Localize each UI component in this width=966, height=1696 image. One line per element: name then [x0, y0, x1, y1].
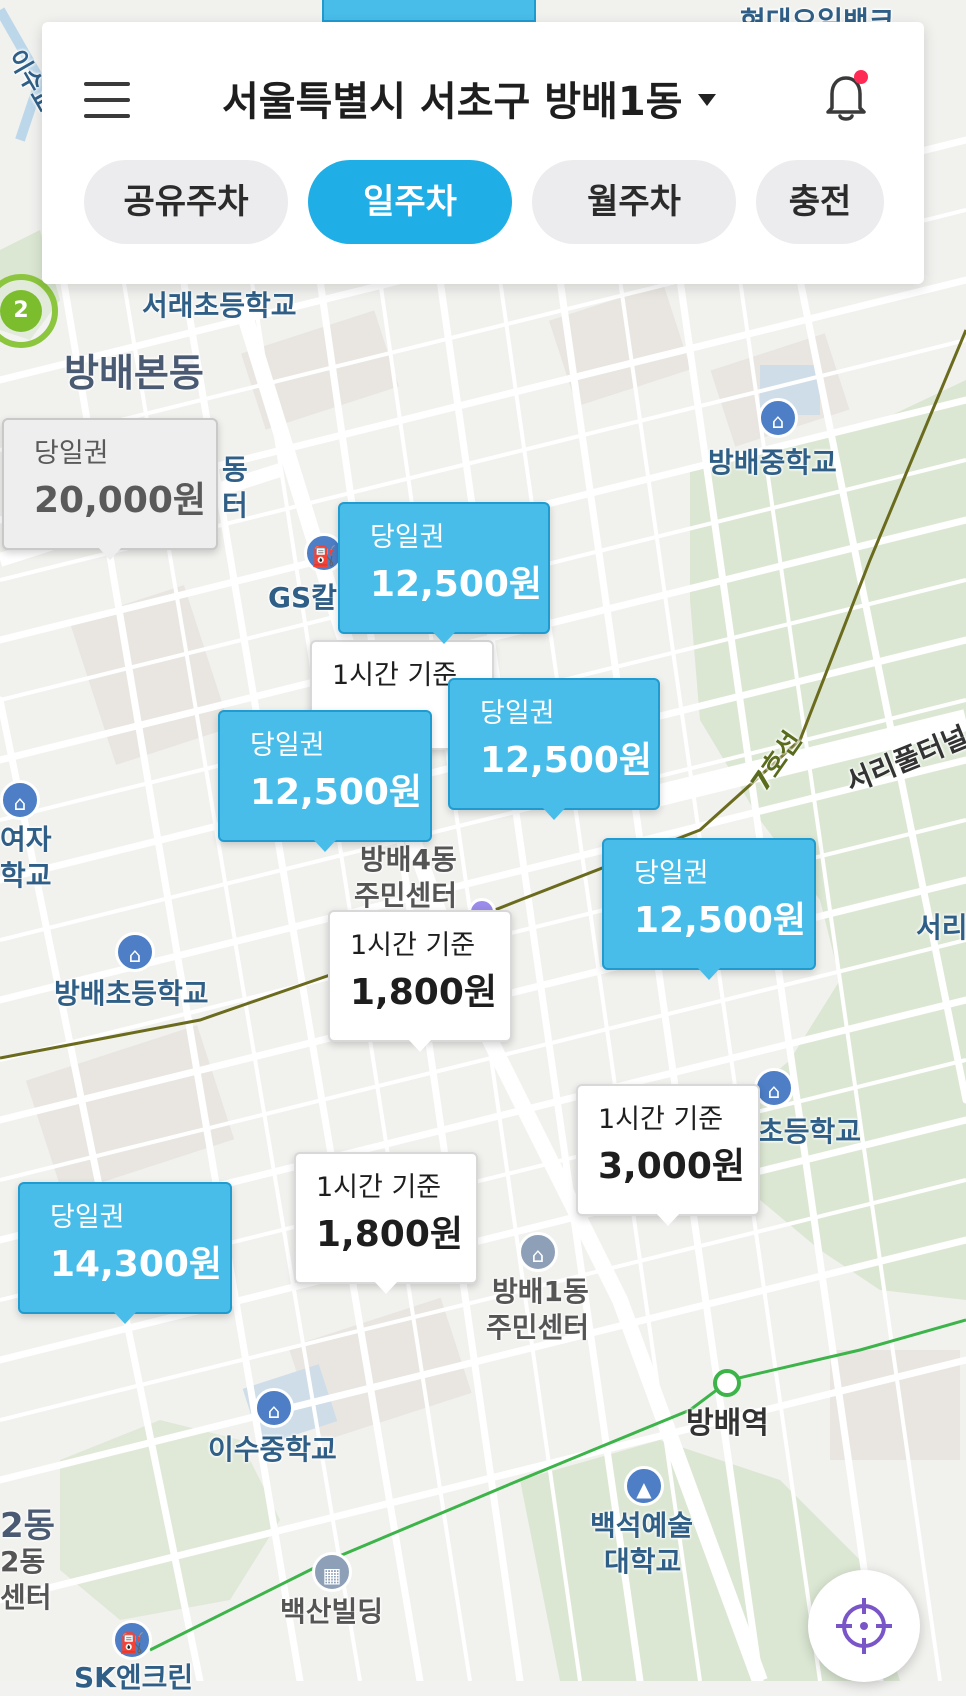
pin-type-label: 당일권	[250, 730, 325, 761]
place-label-left-center: 센터	[0, 1581, 52, 1614]
pin-price: 12,500원	[370, 564, 543, 605]
tab-monthly-parking[interactable]: 월주차	[532, 160, 736, 244]
parking-pin-daily-20000[interactable]: 당일권 20,000원	[2, 418, 218, 560]
location-selector[interactable]: 서울특별시 서초구 방배1동	[222, 74, 782, 130]
location-title: 서울특별시 서초구 방배1동	[222, 79, 683, 125]
cluster-count-badge: 2	[0, 290, 42, 332]
station-label-bangbae: 방배역	[686, 1406, 769, 1441]
pin-price: 3,000원	[598, 1146, 745, 1187]
school-icon: ⌂	[754, 1068, 794, 1108]
caret-down-icon	[698, 94, 716, 106]
parking-pin-daily-14300[interactable]: 당일권 14,300원	[18, 1182, 232, 1324]
pin-price: 1,800원	[316, 1214, 463, 1255]
place-label-bangbae-elementary: 방배초등학교	[54, 977, 209, 1010]
pin-type-label: 1시간 기준	[316, 1172, 442, 1203]
parking-pin-hourly-1800-a[interactable]: 1시간 기준 1,800원	[328, 910, 512, 1052]
parking-pin-hourly-1800-b[interactable]: 1시간 기준 1,800원	[294, 1152, 478, 1294]
notification-dot	[854, 70, 868, 84]
place-label-bangbae1-line2: 주민센터	[486, 1311, 590, 1344]
place-label-girls-school-line1: 여자	[0, 823, 52, 856]
place-label-sk-enclean: SK엔크린	[74, 1661, 194, 1694]
tab-label: 일주차	[363, 182, 457, 222]
place-label-seori-fragment: 서리	[916, 911, 966, 944]
school-icon: ⌂	[0, 780, 40, 820]
school-icon: ⌂	[115, 932, 155, 972]
place-label-baeksan-building: 백산빌딩	[280, 1595, 384, 1628]
pin-price: 20,000원	[34, 480, 207, 521]
parking-pin-hourly-3000[interactable]: 1시간 기준 3,000원	[576, 1084, 760, 1226]
university-icon: ▲	[624, 1466, 664, 1506]
parking-pin-daily-12500-c[interactable]: 당일권 12,500원	[218, 710, 432, 852]
government-building-icon: ⌂	[518, 1232, 558, 1272]
place-label-ter-fragment: 터	[222, 489, 248, 522]
place-label-bangbaebon-dong: 방배본동	[64, 351, 204, 395]
pin-price: 12,500원	[634, 900, 807, 941]
tab-label: 공유주차	[123, 182, 249, 222]
place-label-dong-fragment: 동	[222, 453, 248, 486]
pin-type-label: 당일권	[634, 858, 709, 889]
place-label-bangbae1-line1: 방배1동	[492, 1275, 589, 1308]
parking-pin-partial[interactable]	[322, 0, 536, 22]
tab-label: 월주차	[587, 182, 681, 222]
place-label-left-dong-small: 2동	[0, 1545, 46, 1578]
place-label-isu-middle-school: 이수중학교	[208, 1433, 337, 1466]
pin-type-label: 당일권	[50, 1202, 125, 1233]
top-search-header: 서울특별시 서초구 방배1동 공유주차 일주차 월주차 충전	[42, 22, 924, 284]
pin-type-label: 당일권	[370, 522, 445, 553]
locate-me-button[interactable]	[808, 1570, 920, 1682]
tab-daily-parking[interactable]: 일주차	[308, 160, 512, 244]
school-icon: ⌂	[254, 1388, 294, 1428]
parking-pin-daily-12500-a[interactable]: 당일권 12,500원	[338, 502, 550, 644]
tab-ev-charging[interactable]: 충전	[756, 160, 884, 244]
gas-station-icon: ⛽	[112, 1620, 152, 1660]
pin-price: 12,500원	[480, 740, 653, 781]
place-label-baekseok-line1: 백석예술	[590, 1509, 694, 1542]
parking-pin-daily-12500-b[interactable]: 당일권 12,500원	[448, 678, 660, 820]
tab-shared-parking[interactable]: 공유주차	[84, 160, 288, 244]
place-label-girls-school-line2: 학교	[0, 859, 52, 892]
cluster-count: 2	[13, 298, 29, 323]
place-label-right-elementary: 초등학교	[758, 1115, 862, 1148]
pin-type-label: 1시간 기준	[350, 930, 476, 961]
tab-label: 충전	[788, 182, 852, 222]
pin-type-label: 당일권	[480, 698, 555, 729]
parking-pin-daily-12500-d[interactable]: 당일권 12,500원	[602, 838, 816, 980]
place-label-baekseok-line2: 대학교	[604, 1545, 682, 1578]
pin-type-label: 1시간 기준	[598, 1104, 724, 1135]
pin-price: 14,300원	[50, 1244, 223, 1285]
crosshair-icon	[836, 1598, 892, 1654]
pin-type-label: 당일권	[34, 438, 109, 469]
place-label-bangbae4-line1: 방배4동	[360, 843, 457, 876]
bell-icon[interactable]	[822, 70, 870, 124]
place-label-seorae-school: 서래초등학교	[142, 289, 297, 322]
school-icon: ⌂	[758, 398, 798, 438]
building-icon: ▦	[312, 1552, 352, 1592]
pin-price: 1,800원	[350, 972, 497, 1013]
pin-price: 12,500원	[250, 772, 423, 813]
place-label-bangbae4-line2: 주민센터	[354, 879, 458, 912]
menu-icon[interactable]	[84, 80, 132, 120]
place-label-bangbae-middle-school: 방배중학교	[708, 446, 837, 479]
